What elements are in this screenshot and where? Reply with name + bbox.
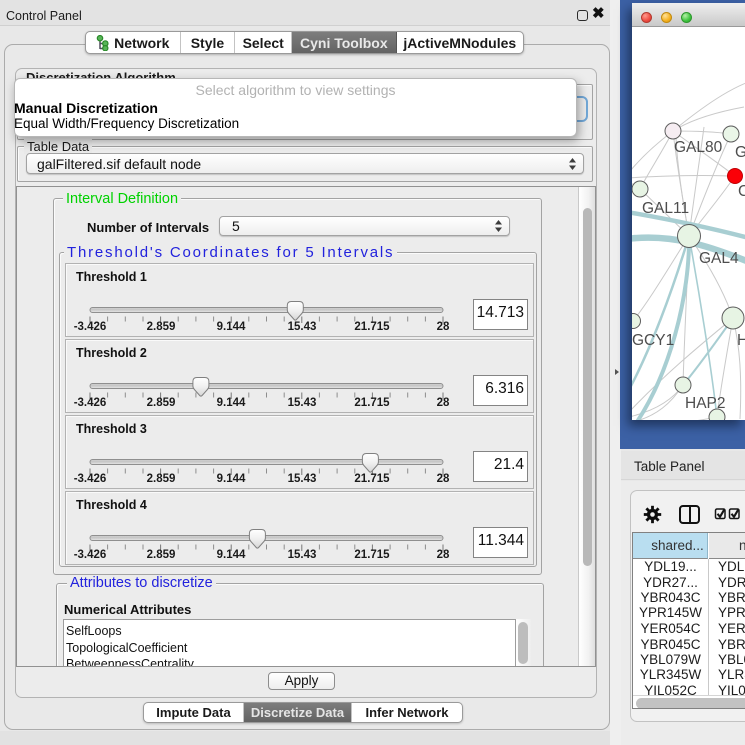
svg-text:H: H [737, 332, 745, 349]
svg-text:HAP2: HAP2 [685, 395, 726, 412]
svg-text:GAL4: GAL4 [699, 250, 739, 267]
svg-text:GCY1: GCY1 [632, 332, 674, 349]
svg-text:C: C [738, 183, 745, 200]
svg-text:GAL80: GAL80 [674, 139, 723, 156]
svg-text:GAL11: GAL11 [642, 200, 689, 217]
svg-text:G.: G. [735, 144, 745, 161]
